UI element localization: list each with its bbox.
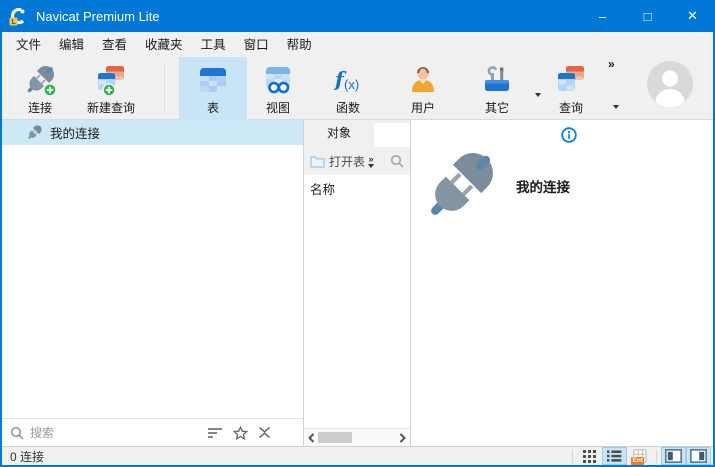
menu-item-window[interactable]: 窗口 bbox=[235, 30, 278, 57]
statusbar-separator bbox=[656, 449, 657, 463]
titlebar: L Navicat Premium Lite – □ ✕ bbox=[2, 0, 713, 32]
folder-icon bbox=[310, 155, 325, 168]
toolbar-label: 其它 bbox=[484, 101, 509, 115]
open-table-label: 打开表 bbox=[329, 154, 366, 169]
detail-connection-label: 我的连接 bbox=[516, 180, 570, 195]
search-input[interactable] bbox=[30, 425, 207, 440]
list-view-icon[interactable] bbox=[602, 447, 627, 465]
connection-tree-item[interactable]: 我的连接 bbox=[2, 120, 303, 145]
sidebar-search-tools bbox=[207, 425, 271, 440]
collapse-all-icon[interactable] bbox=[258, 426, 271, 439]
query-icon bbox=[554, 62, 588, 98]
menu-item-edit[interactable]: 编辑 bbox=[50, 30, 93, 57]
menu-item-view[interactable]: 查看 bbox=[93, 30, 136, 57]
table-icon bbox=[196, 62, 230, 98]
status-connection-count: 0 连接 bbox=[10, 449, 45, 464]
ent-badge: Ent bbox=[631, 457, 645, 465]
toolbar-button-query[interactable]: 查询 bbox=[535, 57, 607, 120]
user-avatar[interactable] bbox=[647, 61, 693, 107]
menu-item-tools[interactable]: 工具 bbox=[192, 30, 235, 57]
statusbar: 0 连接 Ent bbox=[2, 446, 713, 465]
objects-search-button[interactable] bbox=[390, 154, 404, 168]
svg-text:(x): (x) bbox=[344, 77, 359, 92]
info-icon[interactable] bbox=[561, 127, 577, 143]
scrollbar-thumb[interactable] bbox=[318, 432, 352, 443]
toolbar-label: 用户 bbox=[410, 101, 435, 115]
connection-plug-plus-icon bbox=[23, 62, 57, 98]
toggle-right-pane-icon[interactable] bbox=[686, 447, 711, 465]
horizontal-scrollbar[interactable] bbox=[304, 428, 410, 446]
maximize-button[interactable]: □ bbox=[625, 0, 670, 32]
search-icon bbox=[10, 426, 24, 440]
window-controls: – □ ✕ bbox=[580, 0, 713, 32]
filter-icon[interactable] bbox=[207, 427, 223, 439]
menu-item-help[interactable]: 帮助 bbox=[278, 30, 321, 57]
objects-panel: 对象 打开表 » 名称 bbox=[304, 120, 411, 446]
new-query-icon bbox=[94, 62, 128, 98]
scroll-right-arrow[interactable] bbox=[399, 433, 406, 443]
toolbar-label: 函数 bbox=[335, 101, 360, 115]
objects-toolbar: 打开表 » bbox=[304, 147, 410, 175]
objects-tabstrip: 对象 bbox=[304, 120, 410, 147]
connection-plug-large-icon bbox=[420, 146, 500, 226]
toolbar-button-other[interactable]: 其它 bbox=[459, 57, 535, 120]
toolbar-label: 视图 bbox=[265, 101, 290, 115]
toolbar-label: 查询 bbox=[558, 101, 583, 115]
toolbar-label: 连接 bbox=[27, 101, 52, 115]
objects-overflow-dropdown-arrow bbox=[368, 163, 375, 168]
function-icon: f (x) bbox=[331, 62, 365, 98]
tab-objects[interactable]: 对象 bbox=[304, 120, 374, 147]
toolbar-label: 表 bbox=[206, 101, 219, 115]
detail-panel: 我的连接 bbox=[411, 120, 713, 446]
user-icon bbox=[406, 62, 440, 98]
toolbar-button-view[interactable]: 视图 bbox=[247, 57, 309, 120]
toolbar-button-function[interactable]: f (x) 函数 bbox=[309, 57, 387, 120]
connection-plug-icon bbox=[26, 124, 43, 141]
toggle-left-pane-icon[interactable] bbox=[661, 447, 686, 465]
avatar-person-icon bbox=[655, 70, 685, 107]
view-icon bbox=[261, 62, 295, 98]
objects-toolbar-overflow[interactable]: » bbox=[368, 153, 375, 168]
objects-list-empty bbox=[304, 201, 410, 428]
er-diagram-view-icon[interactable]: Ent bbox=[628, 448, 651, 465]
connections-sidebar: 我的连接 bbox=[2, 120, 304, 446]
toolbox-icon bbox=[480, 62, 514, 98]
menu-item-favorites[interactable]: 收藏夹 bbox=[136, 30, 192, 57]
objects-overflow-chevron: » bbox=[368, 153, 374, 164]
connection-label: 我的连接 bbox=[50, 127, 101, 141]
open-table-button[interactable]: 打开表 bbox=[310, 153, 365, 170]
toolbar-button-new-query[interactable]: 新建查询 bbox=[72, 57, 150, 120]
toolbar-button-user[interactable]: 用户 bbox=[387, 57, 459, 120]
toolbar-button-table[interactable]: 表 bbox=[179, 57, 247, 120]
toolbar-label: 新建查询 bbox=[86, 101, 135, 115]
app-logo-icon: L bbox=[9, 7, 28, 26]
sidebar-search-bar bbox=[2, 418, 303, 446]
window-title: Navicat Premium Lite bbox=[36, 8, 160, 24]
connection-summary: 我的连接 bbox=[420, 146, 570, 226]
menu-item-file[interactable]: 文件 bbox=[7, 30, 50, 57]
close-button[interactable]: ✕ bbox=[670, 0, 713, 32]
search-icon bbox=[390, 154, 404, 168]
navicat-window: L Navicat Premium Lite – □ ✕ 文件 编辑 查看 收藏… bbox=[0, 0, 715, 467]
content-area: 我的连接 搜索 对象 打开表 » 名称 我的连接 bbox=[2, 120, 713, 446]
toolbar-separator bbox=[164, 63, 165, 113]
grid-view-icon[interactable] bbox=[578, 448, 601, 464]
main-toolbar: 连接 新建查询 表 视图 f (x) 函数 用户 其它 查询 » bbox=[2, 55, 713, 126]
favorites-star-icon[interactable] bbox=[233, 425, 248, 440]
toolbar-button-connection[interactable]: 连接 bbox=[8, 57, 72, 120]
column-header-name[interactable]: 名称 bbox=[304, 175, 410, 201]
logo-badge-text: L bbox=[12, 19, 17, 26]
statusbar-separator bbox=[572, 449, 573, 463]
statusbar-view-toggles: Ent bbox=[569, 447, 711, 465]
minimize-button[interactable]: – bbox=[580, 0, 625, 32]
toolbar-overflow-chevron[interactable]: » bbox=[608, 57, 615, 71]
scroll-left-arrow[interactable] bbox=[308, 433, 315, 443]
menubar: 文件 编辑 查看 收藏夹 工具 窗口 帮助 bbox=[2, 32, 713, 55]
tabstrip-empty-area bbox=[374, 123, 410, 147]
other-dropdown-arrow[interactable] bbox=[535, 93, 541, 115]
